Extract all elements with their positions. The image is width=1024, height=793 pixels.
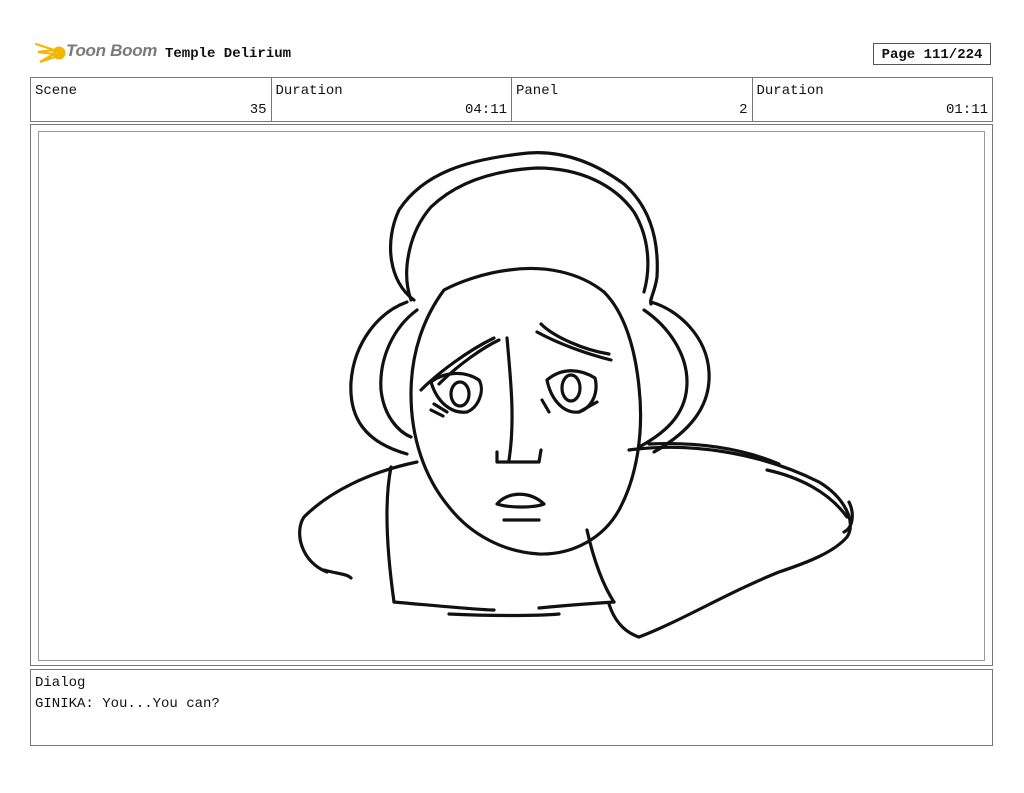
- character-sketch: [298, 151, 854, 639]
- scene-duration-cell: Duration 04:11: [272, 78, 512, 121]
- panel-value: 2: [739, 102, 748, 118]
- panel-duration-cell: Duration 01:11: [753, 78, 993, 121]
- dialog-box: Dialog GINIKA: You...You can?: [30, 669, 993, 746]
- project-title: Temple Delirium: [165, 46, 292, 62]
- scene-value: 35: [249, 102, 267, 118]
- panel-label: Panel: [516, 83, 559, 99]
- scene-duration-value: 04:11: [464, 102, 507, 118]
- panel-duration-value: 01:11: [945, 102, 988, 118]
- dialog-label: Dialog: [35, 675, 86, 691]
- panel-cell: Panel 2: [512, 78, 753, 121]
- toon-boom-star-icon: [34, 42, 66, 64]
- toon-boom-logo: Toon Boom: [34, 38, 158, 68]
- storyboard-panel: [30, 124, 993, 666]
- scene-label: Scene: [35, 83, 78, 99]
- panel-info-row: Scene 35 Duration 04:11 Panel 2 Duration…: [30, 77, 993, 122]
- panel-frame: [38, 131, 985, 661]
- page-number: Page 111/224: [873, 43, 991, 65]
- scene-cell: Scene 35: [31, 78, 272, 121]
- dialog-text: GINIKA: You...You can?: [35, 696, 220, 712]
- logo-text: Toon Boom: [66, 41, 158, 60]
- scene-duration-label: Duration: [275, 83, 343, 99]
- panel-duration-label: Duration: [756, 83, 824, 99]
